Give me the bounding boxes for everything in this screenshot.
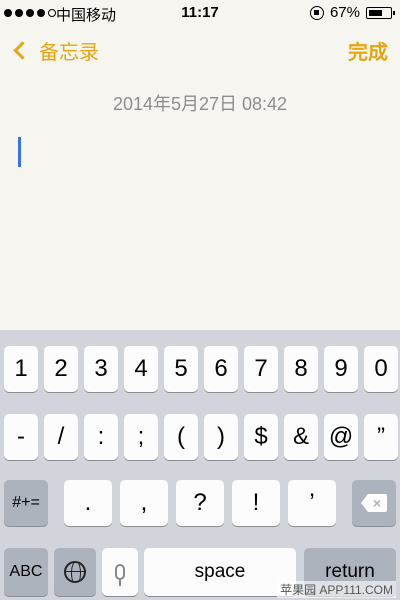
globe-button[interactable] — [54, 548, 96, 596]
key-2[interactable]: 2 — [44, 346, 78, 392]
key-dollar[interactable]: $ — [244, 414, 278, 460]
watermark: 苹果园 APP111.COM — [277, 581, 396, 598]
key-1[interactable]: 1 — [4, 346, 38, 392]
note-date: 2014年5月27日 08:42 — [112, 94, 288, 114]
key-ampersand[interactable]: & — [284, 414, 318, 460]
back-button-label: 备忘录 — [39, 42, 99, 64]
key-8[interactable]: 8 — [284, 346, 318, 392]
key-9[interactable]: 9 — [324, 346, 358, 392]
backspace-button[interactable]: × — [352, 480, 396, 526]
key-apostrophe[interactable]: ’ — [288, 480, 336, 526]
rotation-lock-icon — [309, 5, 324, 20]
status-bar: 中国移动 11:17 67% — [0, 0, 400, 26]
note-editor[interactable]: 2014年5月27日 08:42 — [0, 76, 400, 330]
key-3[interactable]: 3 — [84, 346, 118, 392]
dictation-button[interactable] — [102, 548, 138, 596]
key-question[interactable]: ? — [176, 480, 224, 526]
key-5[interactable]: 5 — [164, 346, 198, 392]
battery-icon — [366, 6, 395, 19]
done-button[interactable]: 完成 — [348, 36, 388, 65]
key-colon[interactable]: : — [84, 414, 118, 460]
key-right-paren[interactable]: ) — [204, 414, 238, 460]
backspace-icon: × — [361, 494, 387, 512]
key-comma[interactable]: , — [120, 480, 168, 526]
battery-percent: 67% — [329, 4, 360, 21]
navigation-bar: 备忘录 完成 — [0, 28, 400, 76]
key-symbols-toggle[interactable]: #+= — [4, 480, 48, 526]
key-7[interactable]: 7 — [244, 346, 278, 392]
key-left-paren[interactable]: ( — [164, 414, 198, 460]
back-button[interactable]: 备忘录 — [10, 36, 99, 65]
keyboard: 1 2 3 4 5 6 7 8 9 0 - / : ; ( ) $ & @ ” … — [0, 330, 400, 600]
key-6[interactable]: 6 — [204, 346, 238, 392]
key-semicolon[interactable]: ; — [124, 414, 158, 460]
space-bar[interactable]: space — [144, 548, 296, 596]
key-slash[interactable]: / — [44, 414, 78, 460]
globe-icon — [64, 561, 86, 583]
key-at[interactable]: @ — [324, 414, 358, 460]
chevron-left-icon — [13, 41, 32, 60]
key-quote[interactable]: ” — [364, 414, 398, 460]
text-cursor — [18, 137, 21, 167]
key-period[interactable]: . — [64, 480, 112, 526]
key-0[interactable]: 0 — [364, 346, 398, 392]
key-abc-toggle[interactable]: ABC — [4, 548, 48, 596]
key-exclamation[interactable]: ! — [232, 480, 280, 526]
key-4[interactable]: 4 — [124, 346, 158, 392]
microphone-icon — [115, 564, 125, 586]
key-hyphen[interactable]: - — [4, 414, 38, 460]
